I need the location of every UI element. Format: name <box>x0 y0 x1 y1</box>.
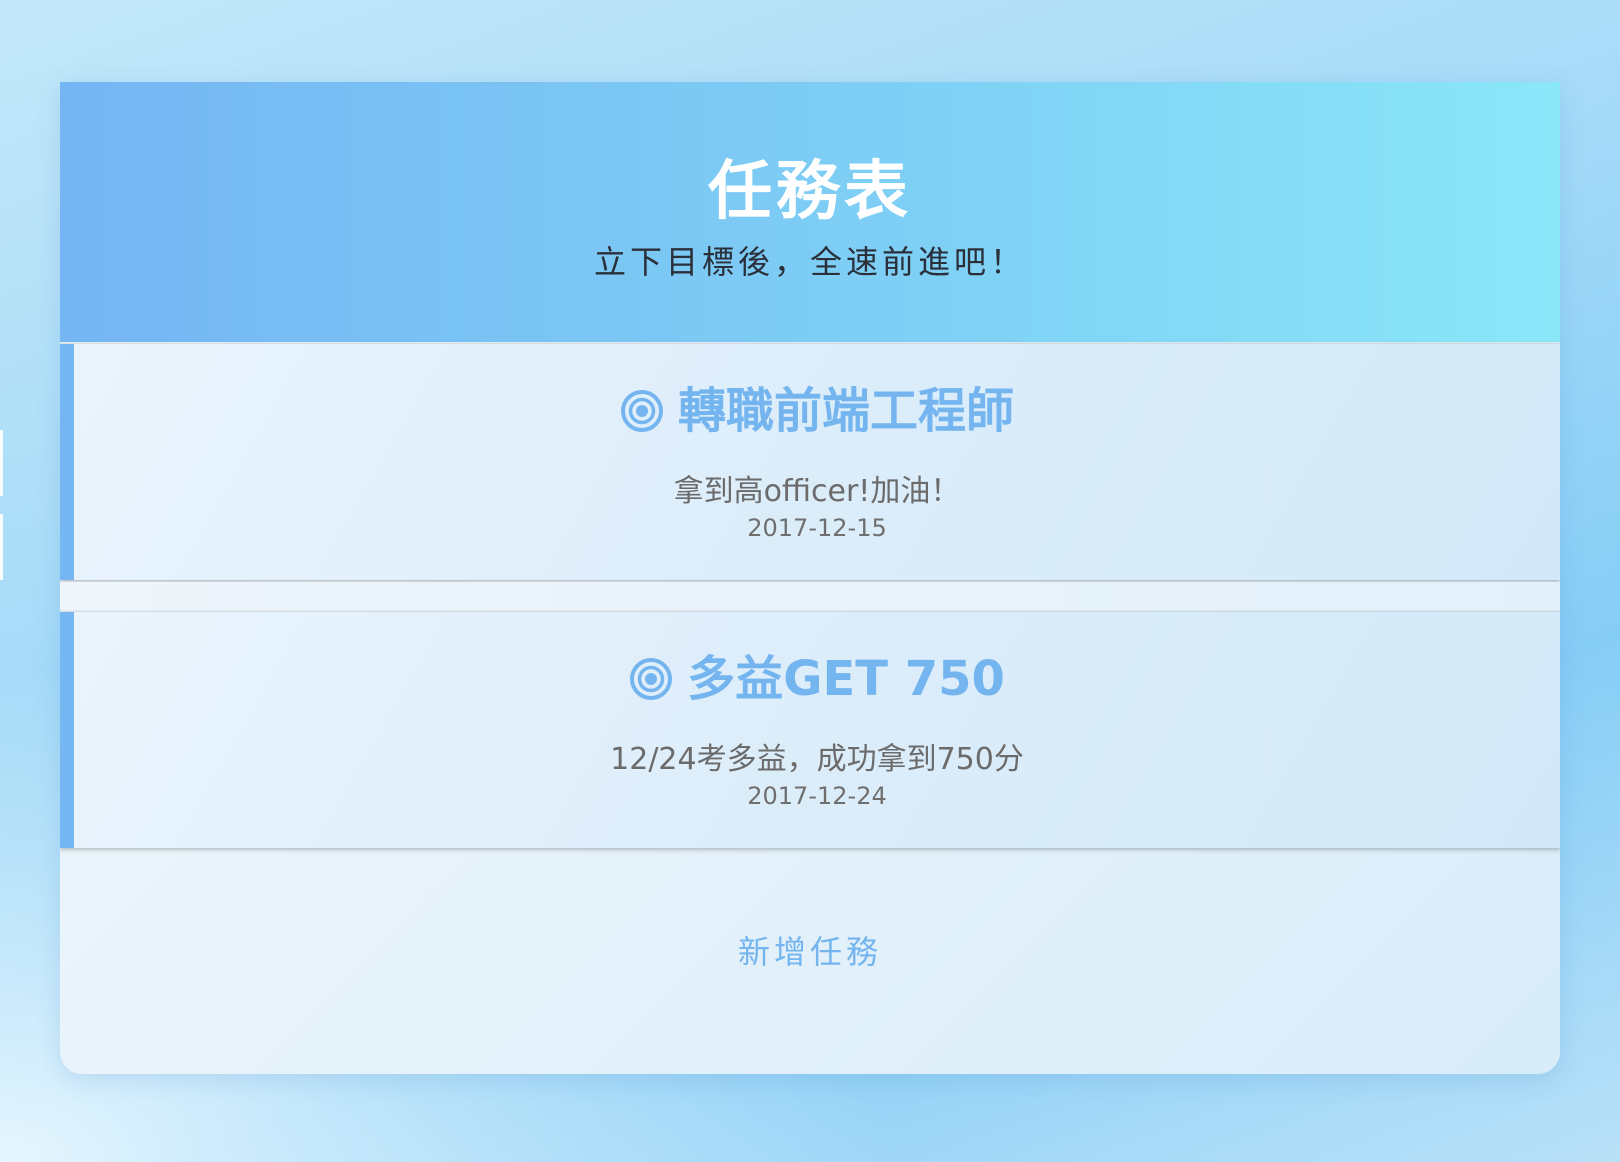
target-icon <box>630 658 673 700</box>
task-description: 12/24考多益，成功拿到750分 <box>610 742 1024 777</box>
task-title-text: 轉職前端工程師 <box>677 383 1014 439</box>
page-title: 任務表 <box>708 155 912 229</box>
task-panel: 任務表 立下目標後，全速前進吧！ 轉職前端工程師 拿到高officer!加油！ … <box>60 82 1560 1074</box>
add-task-button[interactable]: 新增任務 <box>60 930 1560 974</box>
page-subtitle: 立下目標後，全速前進吧！ <box>593 243 1026 281</box>
task-card[interactable]: 多益GET 750 12/24考多益，成功拿到750分 2017-12-24 <box>60 612 1560 848</box>
panel-header: 任務表 立下目標後，全速前進吧！ <box>60 82 1560 342</box>
task-card[interactable]: 轉職前端工程師 拿到高officer!加油！ 2017-12-15 <box>60 344 1560 580</box>
task-title: 多益GET 750 <box>74 644 1560 714</box>
card-divider <box>60 582 1560 610</box>
task-date: 2017-12-24 <box>747 782 887 810</box>
edge-marker <box>0 514 3 580</box>
task-description: 拿到高officer!加油！ <box>673 474 961 509</box>
task-title: 轉職前端工程師 <box>74 376 1560 446</box>
edge-marker <box>0 430 3 496</box>
task-date: 2017-12-15 <box>747 514 887 542</box>
task-title-text: 多益GET 750 <box>687 651 1005 707</box>
target-icon <box>620 390 663 432</box>
